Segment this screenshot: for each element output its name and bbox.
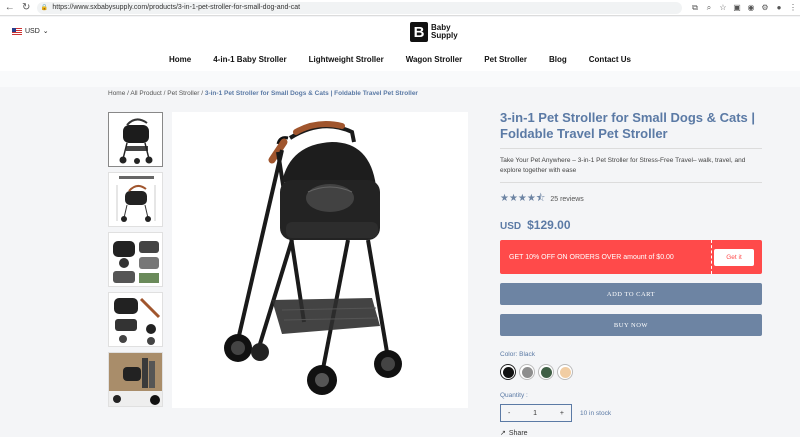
quantity-row: - 1 + 10 in stock	[500, 404, 762, 422]
share-label: Share	[508, 429, 528, 437]
stock-status: 10 in stock	[580, 409, 612, 417]
product-description: Take Your Pet Anywhere – 3-in-1 Pet Stro…	[500, 157, 746, 174]
bookmark-star-icon[interactable]: ☆	[716, 3, 730, 13]
logo-line-2: Supply	[431, 31, 458, 40]
color-swatches	[500, 364, 762, 380]
thumbnail-1[interactable]	[108, 112, 163, 167]
divider	[500, 148, 762, 149]
breadcrumb-current: 3-in-1 Pet Stroller for Small Dogs & Cat…	[204, 90, 418, 97]
settings-icon[interactable]: ⚙	[758, 3, 772, 13]
breadcrumb-all-product[interactable]: All Product	[130, 90, 161, 97]
color-swatch-gray[interactable]	[519, 364, 535, 380]
nav-pet-stroller[interactable]: Pet Stroller	[484, 55, 527, 64]
share-button[interactable]: ↗ Share	[500, 429, 762, 437]
star-rating-icon: ★★★★⯪	[500, 193, 546, 204]
rating[interactable]: ★★★★⯪ 25 reviews	[500, 191, 762, 208]
currency-selector[interactable]: USD ⌄	[12, 27, 49, 35]
color-swatch-beige[interactable]	[557, 364, 573, 380]
quantity-minus-button[interactable]: -	[508, 410, 510, 417]
reader-icon[interactable]: ▣	[730, 3, 744, 13]
product-title: 3-in-1 Pet Stroller for Small Dogs & Cat…	[500, 110, 756, 141]
price-row: USD $129.00	[500, 218, 762, 232]
currency-label: USD	[25, 27, 40, 35]
nav-blog[interactable]: Blog	[549, 55, 567, 64]
main-nav: Home 4-in-1 Baby Stroller Lightweight St…	[0, 47, 800, 71]
color-swatch-black[interactable]	[500, 364, 516, 380]
thumbnail-4[interactable]	[108, 292, 163, 347]
quantity-stepper: - 1 +	[500, 404, 572, 422]
logo-mark: B	[410, 22, 428, 42]
buy-now-button[interactable]: BUY NOW	[500, 314, 762, 336]
thumbnail-2[interactable]	[108, 172, 163, 227]
back-icon[interactable]: ←	[3, 1, 16, 15]
color-swatch-green[interactable]	[538, 364, 554, 380]
address-bar[interactable]: 🔒 https://www.sxbabysupply.com/products/…	[36, 1, 682, 14]
thumbnail-5[interactable]	[108, 352, 163, 407]
nav-4-in-1-baby-stroller[interactable]: 4-in-1 Baby Stroller	[213, 55, 286, 64]
quantity-label: Quantity :	[500, 392, 528, 399]
color-label: Color: Black	[500, 351, 536, 358]
thumbnail-gallery	[108, 112, 164, 412]
add-to-cart-button[interactable]: ADD TO CART	[500, 283, 762, 305]
zoom-icon[interactable]: ⌕	[702, 3, 716, 13]
profile-icon[interactable]: ●	[772, 3, 786, 13]
us-flag-icon	[12, 27, 22, 35]
get-it-button[interactable]: Get it	[714, 248, 754, 266]
share-icon: ↗	[500, 430, 506, 437]
lock-icon: 🔒	[40, 5, 49, 11]
main-product-image[interactable]	[172, 112, 468, 408]
discount-text: GET 10% OFF ON ORDERS OVER amount of $0.…	[509, 253, 674, 261]
coupon-divider	[711, 240, 712, 274]
product-info: 3-in-1 Pet Stroller for Small Dogs & Cat…	[500, 110, 762, 437]
price-currency: USD	[500, 221, 522, 232]
nav-lightweight-stroller[interactable]: Lightweight Stroller	[309, 55, 384, 64]
product-price: $129.00	[527, 218, 571, 232]
breadcrumb-home[interactable]: Home	[108, 90, 125, 97]
menu-icon[interactable]: ⋮	[786, 3, 800, 13]
translate-icon[interactable]: ⧉	[688, 3, 702, 13]
divider	[500, 182, 762, 183]
chevron-down-icon: ⌄	[42, 28, 49, 35]
discount-banner: GET 10% OFF ON ORDERS OVER amount of $0.…	[500, 240, 762, 274]
browser-toolbar: ← ↻ 🔒 https://www.sxbabysupply.com/produ…	[0, 0, 800, 16]
breadcrumb: Home / All Product / Pet Stroller / 3-in…	[108, 90, 418, 97]
pet-stroller-image	[224, 121, 402, 395]
quantity-input[interactable]: 1	[533, 410, 537, 417]
store-logo[interactable]: B Baby Supply	[410, 22, 461, 42]
nav-contact-us[interactable]: Contact Us	[589, 55, 631, 64]
extension-icon[interactable]: ◉	[744, 3, 758, 13]
url-text: https://www.sxbabysupply.com/products/3-…	[52, 4, 301, 11]
nav-spacer	[0, 71, 800, 87]
logo-text: Baby Supply	[431, 24, 461, 40]
review-count[interactable]: 25 reviews	[550, 196, 583, 203]
store-header: USD ⌄ B Baby Supply	[0, 17, 800, 47]
reload-icon[interactable]: ↻	[19, 1, 32, 15]
breadcrumb-pet-stroller[interactable]: Pet Stroller	[167, 90, 199, 97]
quantity-plus-button[interactable]: +	[560, 410, 564, 417]
nav-home[interactable]: Home	[169, 55, 191, 64]
thumbnail-3[interactable]	[108, 232, 163, 287]
nav-wagon-stroller[interactable]: Wagon Stroller	[406, 55, 463, 64]
